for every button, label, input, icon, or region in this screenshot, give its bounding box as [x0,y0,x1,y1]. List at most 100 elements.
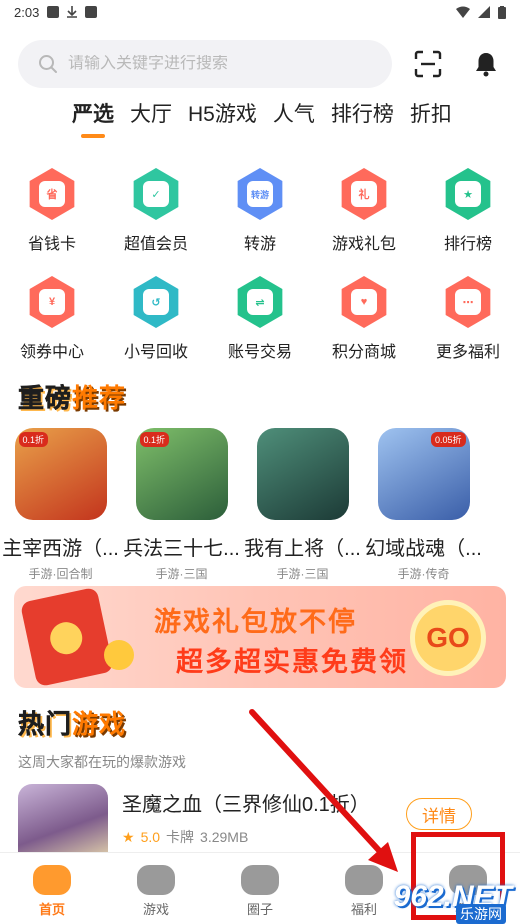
game-cover-image [256,428,349,520]
red-envelope-icon [19,586,115,688]
recommended-game[interactable]: 0.1折 主宰西游（... 手游·回合制 [0,428,121,582]
game-size: 3.29MB [200,829,249,845]
recommended-game[interactable]: 0.1折 兵法三十七... 手游·三国 [121,428,242,582]
transfer-game-icon: 转游 [234,168,286,220]
game-cover-image: 0.1折 [14,428,107,520]
search-row [18,40,502,88]
wifi-icon [456,6,470,18]
more-benefits-icon: ⋯ [442,276,494,328]
grid-label: 超值会员 [123,236,188,253]
grid-item-gift-pack[interactable]: 礼 游戏礼包 [312,168,416,254]
grid-item-voucher-center[interactable]: ¥ 领券中心 [0,276,104,362]
coupon-card-glyph: 省 [39,181,65,207]
search-box[interactable] [18,40,393,88]
gift-pack-banner[interactable]: 游戏礼包放不停 超多超实惠免费领 GO [14,586,506,688]
nav-circle[interactable]: 圈子 [208,853,312,924]
game-cover-image: 0.05折 [377,428,470,520]
detail-button[interactable]: 详情 [406,798,472,830]
tab-lobby[interactable]: 大厅 [130,98,172,134]
hot-section-title: 热门游戏 [18,704,126,741]
tab-selected[interactable]: 严选 [72,98,114,134]
nav-home[interactable]: 首页 [0,853,104,924]
discount-badge: 0.1折 [139,432,170,447]
game-cover-image [18,784,108,854]
nav-games[interactable]: 游戏 [104,853,208,924]
circle-chat-icon [241,865,279,895]
grid-item-vip[interactable]: ✓ 超值会员 [104,168,208,254]
points-mall-glyph: ♥ [351,289,377,315]
grid-label: 积分商城 [331,344,396,361]
game-cover-image: 0.1折 [135,428,228,520]
grid-item-points-mall[interactable]: ♥ 积分商城 [312,276,416,362]
vip-member-icon: ✓ [130,168,182,220]
search-icon [39,55,57,73]
recommended-game[interactable]: 0.05折 幻域战魂（... 手游·传奇 [363,428,484,582]
game-category: 手游·回合制 [28,567,93,581]
signal-icon [478,6,490,18]
hot-section-subtitle: 这周大家都在玩的爆款游戏 [18,754,186,770]
recommended-section-title: 重磅推荐 [18,378,126,415]
banner-subline: 超多超实惠免费领 [176,647,408,677]
tab-ranking[interactable]: 排行榜 [331,98,394,134]
bell-icon [476,53,497,77]
watermark-caption: 乐游网 [456,904,506,924]
status-time: 2:03 [14,4,40,20]
game-category: 手游·三国 [155,567,208,581]
grid-label: 领券中心 [19,344,84,361]
trophy-icon: ★ [442,168,494,220]
recommended-list: 0.1折 主宰西游（... 手游·回合制 0.1折 兵法三十七... 手游·三国… [0,428,520,582]
nav-label: 圈子 [246,902,273,917]
coin-icon [104,640,134,670]
scan-icon [415,50,442,78]
vip-member-glyph: ✓ [143,181,169,207]
gift-pack-icon: 礼 [338,168,390,220]
more-benefits-glyph: ⋯ [455,289,481,315]
grid-item-ranking[interactable]: ★ 排行榜 [416,168,520,254]
game-name: 兵法三十七... [123,538,240,560]
grid-label: 省钱卡 [27,236,76,253]
download-icon [67,6,78,18]
recommended-title-part-a: 重磅 [18,383,73,414]
search-input[interactable] [68,55,368,73]
gift-pack-glyph: 礼 [351,181,377,207]
grid-item-account-recycle[interactable]: ↺ 小号回收 [104,276,208,362]
grid-label: 排行榜 [443,236,492,253]
game-heart-icon [137,865,175,895]
home-gamepad-icon [33,865,71,895]
grid-item-account-trade[interactable]: ⇌ 账号交易 [208,276,312,362]
points-mall-icon: ♥ [338,276,390,328]
grid-item-transfer[interactable]: 转游 转游 [208,168,312,254]
status-bar: 2:03 [0,0,520,24]
grid-label: 游戏礼包 [331,236,396,253]
grid-label: 账号交易 [227,344,292,361]
app-notification-icon [85,6,98,18]
transfer-game-glyph: 转游 [247,181,273,207]
game-tag: 卡牌 [166,829,195,845]
grid-item-saving-card[interactable]: 省 省钱卡 [0,168,104,254]
grid-label: 小号回收 [123,344,188,361]
tab-discount[interactable]: 折扣 [410,98,452,134]
battery-icon [498,5,506,19]
star-icon: ★ [122,828,135,845]
phone-recycle-icon: ↺ [130,276,182,328]
game-name: 我有上将（... [244,538,361,560]
voucher-center-icon: ¥ [26,276,78,328]
grid-item-more-benefits[interactable]: ⋯ 更多福利 [416,276,520,362]
go-button[interactable]: GO [410,600,486,676]
category-tabs: 严选 大厅 H5游戏 人气 排行榜 折扣 [72,100,452,134]
notification-button[interactable] [470,48,502,80]
game-rating: 5.0 [140,829,161,845]
game-name: 主宰西游（... [2,538,119,560]
tab-h5-games[interactable]: H5游戏 [188,98,257,134]
game-name: 幻域战魂（... [365,538,482,560]
hot-title-part-a: 热门 [18,709,73,740]
recommended-game[interactable]: 我有上将（... 手游·三国 [242,428,363,582]
phone-recycle-glyph: ↺ [143,289,169,315]
feature-grid: 省 省钱卡 ✓ 超值会员 转游 转游 礼 游戏礼包 ★ 排行榜 ¥ 领券中心 ↺… [0,168,520,362]
game-category: 手游·传奇 [397,567,450,581]
discount-badge: 0.05折 [430,432,466,447]
recommended-title-part-b: 推荐 [72,383,127,413]
voucher-center-glyph: ¥ [39,289,65,315]
tab-popular[interactable]: 人气 [273,98,315,134]
scan-button[interactable] [412,48,444,80]
